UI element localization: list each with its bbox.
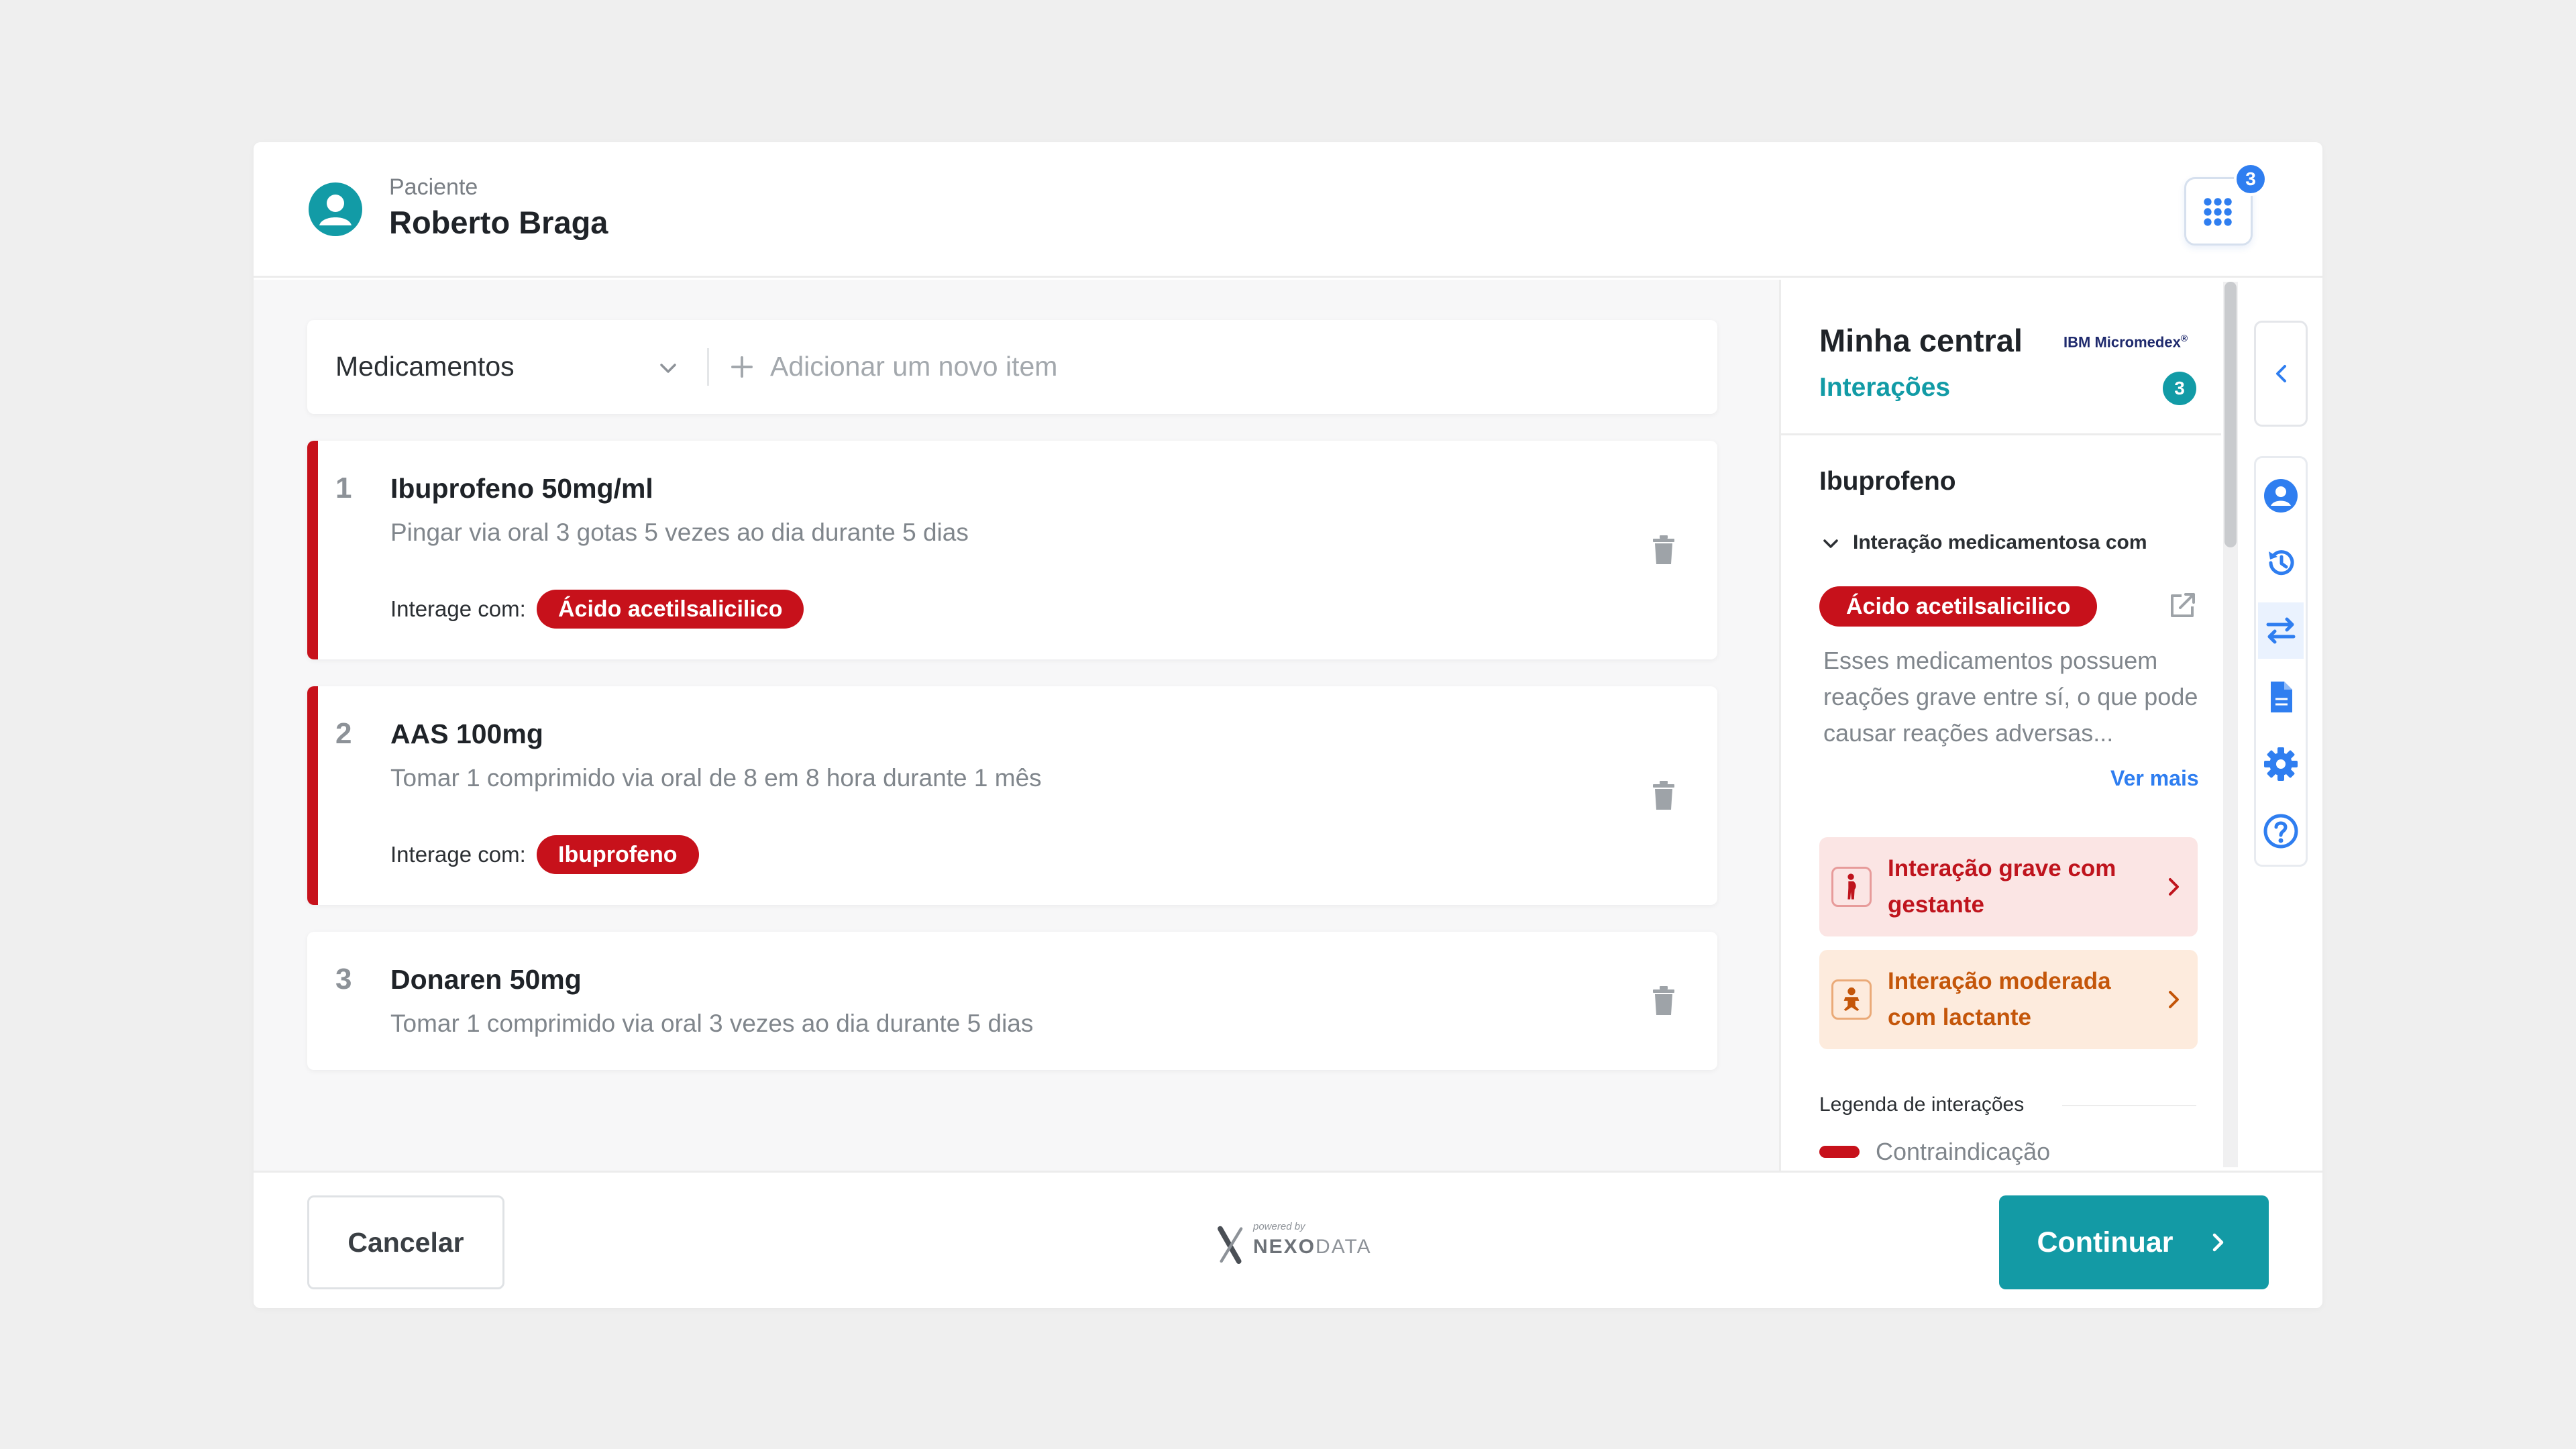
legend-title: Legenda de interações bbox=[1819, 1093, 2025, 1116]
baby-icon bbox=[1843, 987, 1860, 1011]
footer: Cancelar powered by NEXODATA Continuar bbox=[254, 1171, 2322, 1308]
profile-icon[interactable] bbox=[2263, 478, 2299, 514]
interacts-label: Interage com: bbox=[390, 596, 526, 621]
medication-description: Tomar 1 comprimido via oral de 8 em 8 ho… bbox=[390, 764, 1042, 792]
scrollbar-thumb[interactable] bbox=[2224, 282, 2237, 547]
external-link-icon[interactable] bbox=[2167, 590, 2198, 621]
alert-icon-box bbox=[1831, 867, 1872, 907]
help-icon[interactable] bbox=[2263, 813, 2299, 849]
add-item-input[interactable]: Adicionar um novo item bbox=[770, 351, 1057, 382]
see-more-link[interactable]: Ver mais bbox=[2110, 766, 2199, 791]
medication-number: 1 bbox=[335, 472, 352, 504]
interaction-description: Esses medicamentos possuem reações grave… bbox=[1823, 647, 2198, 747]
trash-icon[interactable] bbox=[1650, 535, 1677, 566]
trash-icon[interactable] bbox=[1650, 780, 1677, 811]
collapse-panel-button[interactable] bbox=[2254, 321, 2308, 427]
pregnant-icon bbox=[1847, 873, 1856, 900]
rail-toolbar bbox=[2254, 456, 2308, 867]
micromedex-logo: IBM Micromedex® bbox=[2063, 333, 2188, 351]
panel-title: Minha central bbox=[1819, 323, 2023, 358]
patient-label: Paciente bbox=[389, 174, 478, 200]
chevron-down-icon[interactable] bbox=[1818, 531, 1843, 557]
tab-interacoes[interactable]: Interações bbox=[1819, 373, 1950, 402]
medication-name: Ibuprofeno 50mg/ml bbox=[390, 473, 653, 504]
legend-item-label: Contraindicação bbox=[1876, 1138, 2051, 1165]
legend-divider bbox=[2062, 1105, 2196, 1106]
medication-description: Tomar 1 comprimido via oral 3 vezes ao d… bbox=[390, 1010, 1034, 1037]
history-icon[interactable] bbox=[2263, 545, 2299, 581]
medication-number: 2 bbox=[335, 717, 352, 750]
logo-wordmark: NEXODATA bbox=[1253, 1236, 1372, 1258]
medication-name: Donaren 50mg bbox=[390, 964, 582, 995]
patient-avatar-icon bbox=[309, 182, 362, 236]
medication-item[interactable]: 1 Ibuprofeno 50mg/ml Pingar via oral 3 g… bbox=[307, 441, 1717, 659]
header: Paciente Roberto Braga 3 bbox=[254, 142, 2322, 278]
interactions-count-badge: 3 bbox=[2163, 372, 2196, 405]
nexodata-x-mark bbox=[1218, 1226, 1243, 1265]
main-area: Medicamentos Adicionar um novo item 1 Ib… bbox=[254, 280, 1779, 1171]
micromedex-logo-text: IBM Micromedex bbox=[2063, 333, 2181, 351]
trash-icon[interactable] bbox=[1650, 985, 1677, 1016]
continue-button[interactable]: Continuar bbox=[1999, 1195, 2269, 1289]
interaction-drug-tag[interactable]: Ácido acetilsalicilico bbox=[1819, 586, 2098, 627]
micromedex-logo-mark: ® bbox=[2180, 333, 2188, 343]
logo-powered-by: powered by bbox=[1253, 1221, 1305, 1232]
legend-swatch-contraindicacao bbox=[1819, 1146, 1860, 1158]
alert-icon-box bbox=[1831, 979, 1872, 1020]
continue-label: Continuar bbox=[2037, 1226, 2174, 1258]
medication-number: 3 bbox=[335, 963, 352, 996]
interaction-heading[interactable]: Interação medicamentosa com bbox=[1853, 531, 2147, 554]
chevron-left-icon bbox=[2276, 365, 2286, 382]
category-dropdown-label[interactable]: Medicamentos bbox=[335, 351, 515, 382]
medication-item[interactable]: 3 Donaren 50mg Tomar 1 comprimido via or… bbox=[307, 932, 1717, 1070]
swap-arrows-icon[interactable] bbox=[2263, 612, 2299, 649]
document-icon[interactable] bbox=[2263, 679, 2299, 715]
nexodata-logo: powered by NEXODATA bbox=[1216, 1221, 1372, 1268]
chevron-right-icon bbox=[2169, 991, 2179, 1008]
chevron-right-icon bbox=[2212, 1233, 2223, 1252]
alert-grave-gestante[interactable]: Interação grave com gestante bbox=[1819, 837, 2198, 936]
patient-name: Roberto Braga bbox=[389, 205, 608, 240]
interacts-label: Interage com: bbox=[390, 842, 526, 867]
medication-name: AAS 100mg bbox=[390, 718, 543, 749]
plus-icon[interactable] bbox=[729, 354, 755, 380]
medication-description: Pingar via oral 3 gotas 5 vezes ao dia d… bbox=[390, 519, 969, 546]
panel-drug-name: Ibuprofeno bbox=[1819, 467, 1956, 496]
chevron-right-icon bbox=[2169, 878, 2179, 896]
logo-wordmark-bold: NEXO bbox=[1253, 1236, 1316, 1258]
apps-notification-badge: 3 bbox=[2234, 162, 2267, 196]
panel-scrollbar[interactable] bbox=[2223, 282, 2238, 1167]
gear-icon[interactable] bbox=[2263, 746, 2299, 782]
medication-item[interactable]: 2 AAS 100mg Tomar 1 comprimido via oral … bbox=[307, 686, 1717, 905]
interaction-tag[interactable]: Ibuprofeno bbox=[537, 835, 699, 874]
alert-moderada-lactante[interactable]: Interação moderada com lactante bbox=[1819, 950, 2198, 1049]
logo-wordmark-light: DATA bbox=[1316, 1236, 1372, 1258]
chevron-down-icon[interactable] bbox=[655, 355, 682, 382]
panel-divider bbox=[1781, 433, 2221, 435]
selector-divider bbox=[707, 348, 709, 386]
cancel-button[interactable]: Cancelar bbox=[307, 1195, 504, 1289]
alert-text: Interação grave com gestante bbox=[1888, 855, 2116, 918]
alert-text: Interação moderada com lactante bbox=[1888, 968, 2111, 1030]
item-selector-bar: Medicamentos Adicionar um novo item bbox=[307, 320, 1717, 414]
interaction-tag[interactable]: Ácido acetilsalicilico bbox=[537, 590, 804, 629]
